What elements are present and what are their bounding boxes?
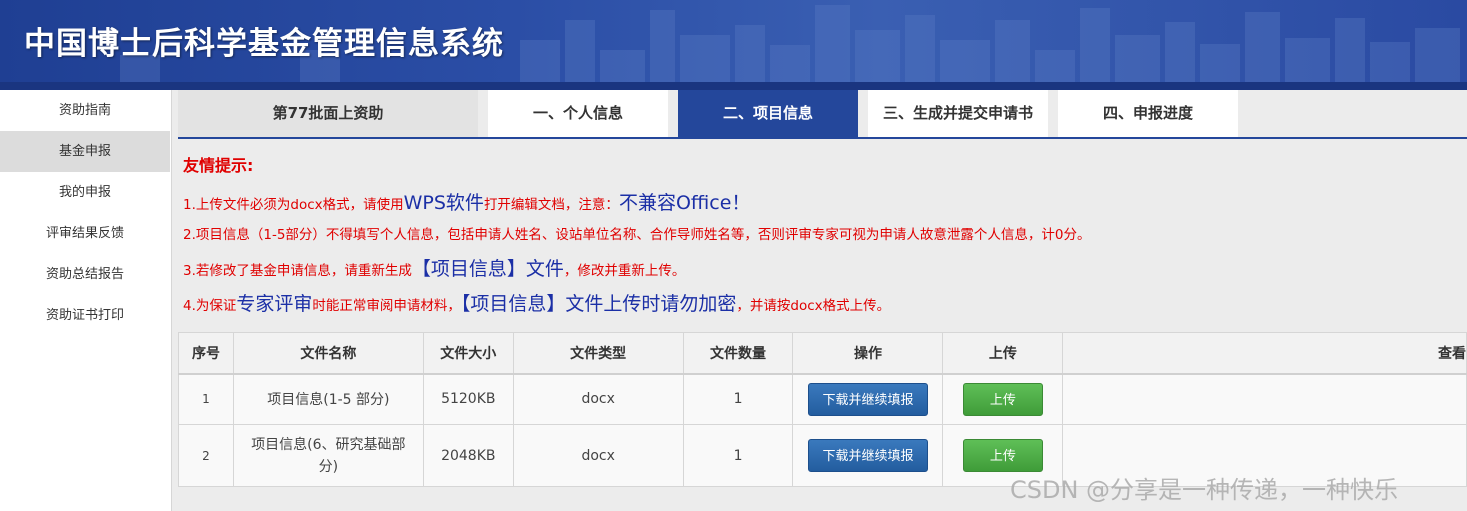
- notice-text: 打开编辑文档，注意：: [483, 197, 619, 213]
- notice-emphasis: 【项目信息】文件: [411, 258, 564, 280]
- col-header-count: 文件数量: [682, 332, 794, 375]
- tab-generate-submit[interactable]: 三、生成并提交申请书: [868, 90, 1048, 137]
- step-tabs: 第77批面上资助 一、个人信息 二、项目信息 三、生成并提交申请书 四、申报进度: [178, 90, 1467, 139]
- notice-line-2: 2.项目信息（1-5部分）不得填写个人信息，包括申请人姓名、设站单位名称、合作导…: [183, 227, 1091, 243]
- upload-button[interactable]: 上传: [962, 382, 1043, 416]
- system-title: 中国博士后科学基金管理信息系统: [24, 26, 504, 62]
- cell-file-size: 2048KB: [422, 424, 514, 487]
- col-header-action: 操作: [792, 332, 944, 375]
- cell-upload: 上传: [942, 373, 1064, 425]
- cell-action: 下载并继续填报: [792, 424, 944, 487]
- sidebar-nav: 资助指南 基金申报 我的申报 评审结果反馈 资助总结报告 资助证书打印: [0, 90, 172, 511]
- notice-emphasis: 不兼容Office！: [618, 192, 751, 214]
- tab-progress[interactable]: 四、申报进度: [1058, 90, 1238, 137]
- notice-line-4: 4.为保证专家评审时能正常审阅申请材料，【项目信息】文件上传时请勿加密，并请按d…: [183, 289, 890, 316]
- tab-personal-info[interactable]: 一、个人信息: [488, 90, 668, 137]
- notice-line-3: 3.若修改了基金申请信息，请重新生成【项目信息】文件，修改并重新上传。: [183, 254, 685, 281]
- col-header-view: 查看: [1062, 332, 1467, 375]
- sidebar-item-fund-application[interactable]: 基金申报: [0, 131, 170, 172]
- sidebar-item-my-applications[interactable]: 我的申报: [0, 172, 170, 213]
- tab-batch-77[interactable]: 第77批面上资助: [178, 90, 478, 137]
- notice-emphasis: 专家评审: [236, 293, 313, 315]
- notice-emphasis: WPS软件: [403, 192, 484, 214]
- cell-file-size: 5120KB: [422, 373, 514, 425]
- download-continue-button[interactable]: 下载并继续填报: [807, 382, 928, 416]
- notice-text: 3.若修改了基金申请信息，请重新生成: [183, 263, 412, 279]
- notice-text: 时能正常审阅申请材料，: [312, 298, 461, 314]
- csdn-watermark: CSDN @分享是一种传递，一种快乐: [1010, 476, 1399, 504]
- cell-file-count: 1: [682, 373, 794, 425]
- table-header-row: 序号 文件名称 文件大小 文件类型 文件数量 操作 上传 查看: [178, 332, 1467, 375]
- app-header: 中国博士后科学基金管理信息系统: [0, 0, 1467, 90]
- cell-index: 1: [178, 373, 234, 425]
- notice-text: 4.为保证: [183, 298, 237, 314]
- table-row: 1 项目信息(1-5 部分) 5120KB docx 1 下载并继续填报 上传: [178, 373, 1467, 425]
- tab-project-info[interactable]: 二、项目信息: [678, 90, 858, 137]
- cell-file-name: 项目信息(1-5 部分): [232, 373, 424, 425]
- notice-text: 1.上传文件必须为docx格式，请使用: [183, 197, 404, 213]
- col-header-index: 序号: [178, 332, 234, 375]
- col-header-name: 文件名称: [232, 332, 424, 375]
- notice-title: 友情提示:: [183, 156, 254, 175]
- file-table: 序号 文件名称 文件大小 文件类型 文件数量 操作 上传 查看 1 项目信息(1…: [178, 332, 1467, 487]
- sidebar-item-funding-guide[interactable]: 资助指南: [0, 90, 170, 131]
- col-header-upload: 上传: [942, 332, 1064, 375]
- col-header-size: 文件大小: [422, 332, 514, 375]
- upload-button[interactable]: 上传: [962, 439, 1043, 472]
- cell-file-name: 项目信息(6、研究基础部分): [232, 424, 424, 487]
- cell-view: [1062, 373, 1467, 425]
- download-continue-button[interactable]: 下载并继续填报: [807, 439, 928, 472]
- cell-file-count: 1: [682, 424, 794, 487]
- cell-action: 下载并继续填报: [792, 373, 944, 425]
- cell-file-type: docx: [512, 424, 684, 487]
- cell-file-type: docx: [512, 373, 684, 425]
- notice-text: ，修改并重新上传。: [563, 263, 686, 279]
- notice-line-1: 1.上传文件必须为docx格式，请使用WPS软件打开编辑文档，注意：不兼容Off…: [183, 188, 750, 215]
- notice-panel: 友情提示: 1.上传文件必须为docx格式，请使用WPS软件打开编辑文档，注意：…: [183, 150, 1463, 315]
- notice-emphasis: 【项目信息】文件上传时请勿加密: [460, 293, 737, 315]
- sidebar-item-summary-report[interactable]: 资助总结报告: [0, 254, 170, 295]
- cell-index: 2: [178, 424, 234, 487]
- notice-text: ，并请按docx格式上传。: [736, 298, 891, 314]
- sidebar-item-certificate-print[interactable]: 资助证书打印: [0, 295, 170, 336]
- col-header-type: 文件类型: [512, 332, 684, 375]
- sidebar-item-review-feedback[interactable]: 评审结果反馈: [0, 213, 170, 254]
